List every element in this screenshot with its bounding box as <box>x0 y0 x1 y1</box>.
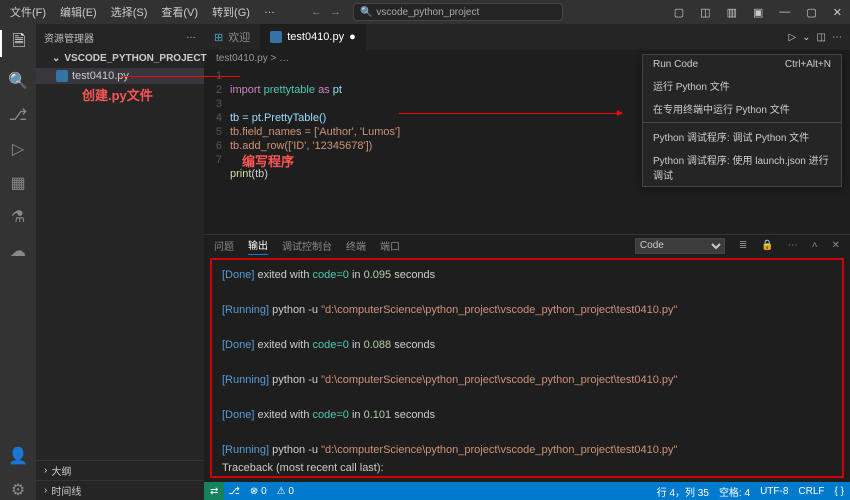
output-panel[interactable]: [Done] exited with code=0 in 0.095 secon… <box>210 258 844 478</box>
run-dropdown-icon[interactable]: ⌄ <box>802 32 810 43</box>
output-settings-icon[interactable]: ≣ <box>739 240 747 251</box>
gutter: 1234567 <box>204 69 230 195</box>
search-icon: 🔍 <box>360 7 372 18</box>
tab-file[interactable]: test0410.py ● <box>260 24 366 50</box>
activity-extensions-icon[interactable]: ▦ <box>10 173 25 193</box>
nav-back-icon[interactable]: ← <box>311 6 322 18</box>
python-file-icon <box>270 31 282 43</box>
sidebar-title: 资源管理器 <box>44 30 94 45</box>
tab-welcome[interactable]: ⊞ 欢迎 <box>204 24 260 50</box>
panel-tab-output[interactable]: 输出 <box>248 237 268 255</box>
panel-tab-problems[interactable]: 问题 <box>214 238 234 253</box>
run-button-icon[interactable]: ▷ <box>788 32 796 43</box>
status-branch[interactable]: ⎇ <box>228 486 240 497</box>
annotation-create: 创建.py文件 <box>82 85 204 104</box>
command-center[interactable]: 🔍 vscode_python_project <box>353 3 563 21</box>
status-cursor[interactable]: 行 4，列 35 <box>657 484 709 499</box>
panel-tab-debug[interactable]: 调试控制台 <box>282 238 332 253</box>
tab-welcome-label: 欢迎 <box>228 29 250 45</box>
chevron-down-icon: ⌄ <box>52 53 60 64</box>
search-text: vscode_python_project <box>376 7 479 18</box>
status-encoding[interactable]: UTF-8 <box>760 486 788 497</box>
activity-settings-icon[interactable]: ⚙ <box>11 480 25 500</box>
activity-account-icon[interactable]: 👤 <box>8 446 28 466</box>
panel-maximize-icon[interactable]: ˄ <box>812 240 818 251</box>
minimize-icon[interactable]: — <box>775 4 794 20</box>
menu-edit[interactable]: 编辑(E) <box>54 2 103 22</box>
ctx-run-terminal[interactable]: 在专用终端中运行 Python 文件 <box>643 97 841 120</box>
close-icon[interactable]: ✕ <box>829 4 846 21</box>
menu-goto[interactable]: 转到(G) <box>206 2 256 22</box>
panel-tab-ports[interactable]: 端口 <box>380 238 400 253</box>
run-context-menu: Run CodeCtrl+Alt+N 运行 Python 文件 在专用终端中运行… <box>642 54 842 187</box>
outline-label: 大纲 <box>51 463 71 478</box>
chevron-right-icon: › <box>44 485 47 496</box>
sidebar-more-icon[interactable]: … <box>186 30 196 45</box>
panel-close-icon[interactable]: ✕ <box>832 240 840 251</box>
outline-section[interactable]: › 大纲 <box>36 460 204 480</box>
editor-more-icon[interactable]: ⋯ <box>832 32 842 43</box>
panel-more-icon[interactable]: ⋯ <box>788 240 798 251</box>
layout-custom-icon[interactable]: ▣ <box>749 4 767 21</box>
ctx-debug-python[interactable]: Python 调试程序: 调试 Python 文件 <box>643 125 841 148</box>
status-lang[interactable]: { } <box>835 486 844 497</box>
output-lock-icon[interactable]: 🔒 <box>761 240 773 251</box>
ctx-run-code[interactable]: Run CodeCtrl+Alt+N <box>643 55 841 74</box>
timeline-label: 时间线 <box>51 483 81 498</box>
panel-tab-terminal[interactable]: 终端 <box>346 238 366 253</box>
status-warnings[interactable]: ⚠ 0 <box>277 486 294 497</box>
ctx-debug-launch[interactable]: Python 调试程序: 使用 launch.json 进行调试 <box>643 148 841 186</box>
activity-cloud-icon[interactable]: ☁ <box>10 241 26 261</box>
activity-scm-icon[interactable]: ⎇ <box>9 105 27 125</box>
nav-forward-icon[interactable]: → <box>330 6 341 18</box>
activity-search-icon[interactable]: 🔍 <box>8 71 28 91</box>
timeline-section[interactable]: › 时间线 <box>36 480 204 500</box>
menu-more[interactable]: … <box>258 2 281 22</box>
maximize-icon[interactable]: ▢ <box>802 4 820 21</box>
status-eol[interactable]: CRLF <box>798 486 824 497</box>
menu-select[interactable]: 选择(S) <box>105 2 154 22</box>
annotation-arrow-2 <box>399 113 619 114</box>
activity-testing-icon[interactable]: ⚗ <box>11 207 25 227</box>
menu-file[interactable]: 文件(F) <box>4 2 52 22</box>
chevron-right-icon: › <box>44 465 47 476</box>
ctx-run-python[interactable]: 运行 Python 文件 <box>643 74 841 97</box>
status-indent[interactable]: 空格: 4 <box>719 484 750 499</box>
status-remote[interactable]: ⇄ <box>204 482 224 500</box>
activity-explorer-icon[interactable]: 🗎 <box>0 30 36 57</box>
split-editor-icon[interactable]: ◫ <box>817 32 826 43</box>
layout-secondary-icon[interactable]: ▥ <box>723 4 741 21</box>
output-channel-select[interactable]: Code <box>635 238 725 254</box>
tab-file-label: test0410.py <box>287 31 344 43</box>
project-name: VSCODE_PYTHON_PROJECT <box>64 53 206 64</box>
menu-view[interactable]: 查看(V) <box>155 2 204 22</box>
layout-panel-icon[interactable]: ◫ <box>696 4 714 21</box>
vscode-icon: ⊞ <box>214 31 223 44</box>
annotation-write: 编写程序 <box>242 155 294 169</box>
status-errors[interactable]: ⊗ 0 <box>250 486 267 497</box>
tab-dirty-icon: ● <box>349 31 356 43</box>
activity-debug-icon[interactable]: ▷ <box>12 139 24 159</box>
layout-primary-icon[interactable]: ▢ <box>670 4 688 21</box>
sidebar-project[interactable]: ⌄ VSCODE_PYTHON_PROJECT <box>36 51 204 68</box>
